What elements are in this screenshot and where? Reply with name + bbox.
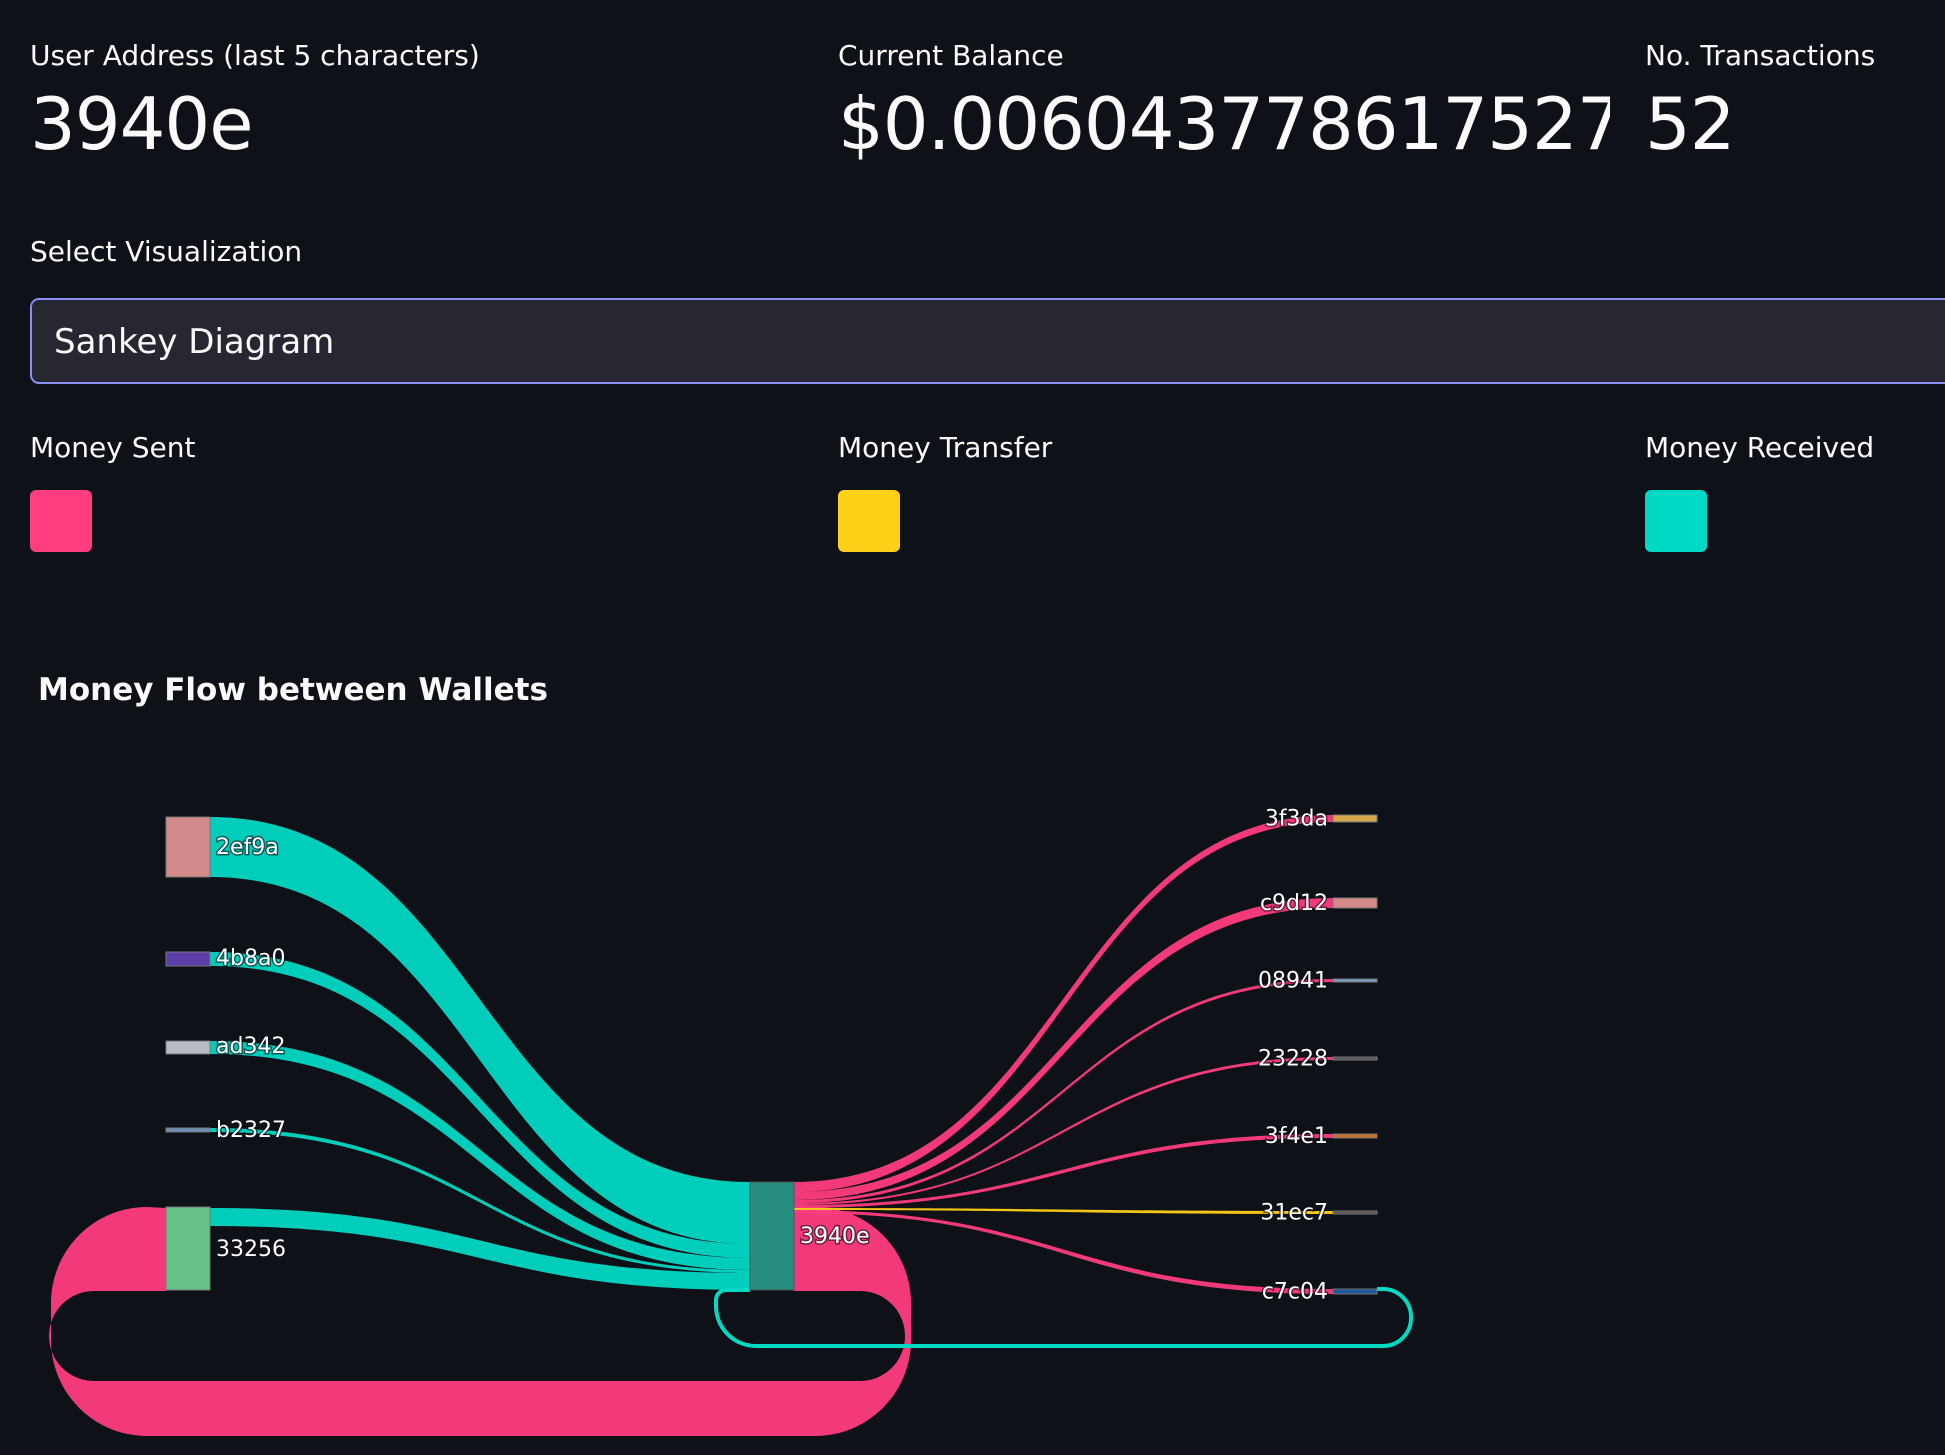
center-node <box>749 1181 795 1291</box>
receiver-node <box>1332 1288 1378 1295</box>
link-sent <box>794 898 1333 1200</box>
sender-node <box>165 1127 211 1133</box>
sender-label: 2ef9a <box>216 835 279 860</box>
receiver-label: 31ec7 <box>1260 1201 1328 1226</box>
receiver-node <box>1332 1133 1378 1139</box>
sender-label: 33256 <box>216 1237 286 1262</box>
receiver-label: 23228 <box>1258 1047 1328 1072</box>
receiver-label: c7c04 <box>1262 1280 1328 1305</box>
sender-node <box>165 1206 211 1291</box>
receiver-node <box>1332 1056 1378 1061</box>
receiver-label: c9d12 <box>1260 891 1328 916</box>
sender-label: ad342 <box>216 1034 285 1059</box>
receiver-label: 08941 <box>1258 969 1328 994</box>
receiver-label: 3f4e1 <box>1265 1124 1328 1149</box>
sender-label: b2327 <box>216 1118 286 1143</box>
receiver-node <box>1332 814 1378 823</box>
sankey-diagram: 2ef9a 4b8a0 ad342 b2327 33256 3940e 3f3da c9d12… <box>49 805 1413 1436</box>
sender-node <box>165 951 211 967</box>
link-sent <box>794 815 1333 1192</box>
sender-node <box>165 816 211 878</box>
receiver-node <box>1332 1210 1378 1215</box>
sender-label: 4b8a0 <box>216 946 285 971</box>
sender-node <box>165 1040 211 1055</box>
receiver-node <box>1332 978 1378 983</box>
center-label: 3940e <box>800 1224 870 1249</box>
receiver-label: 3f3da <box>1265 807 1328 832</box>
link-received <box>210 817 750 1244</box>
receiver-node <box>1332 897 1378 909</box>
